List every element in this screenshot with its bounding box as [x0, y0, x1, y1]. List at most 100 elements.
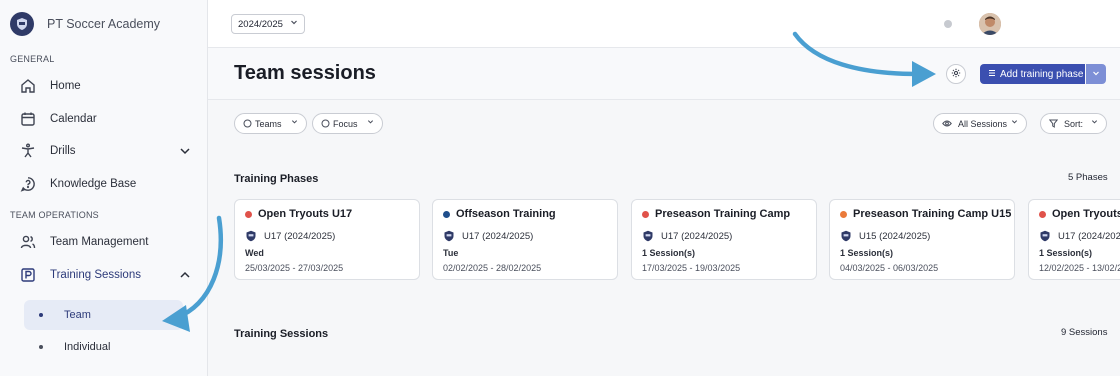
filter-focus-label: Focus — [333, 118, 358, 129]
user-menu-placeholder[interactable] — [1004, 9, 1104, 39]
academy-name: PT Soccer Academy — [47, 17, 161, 31]
sort-select[interactable]: Sort: — [1040, 113, 1107, 134]
brand[interactable]: PT Soccer Academy — [0, 0, 207, 48]
circle-icon — [321, 119, 330, 130]
phase-color-dot — [840, 210, 847, 218]
phase-card-title: Open Tryouts — [1039, 208, 1120, 220]
phase-card-team-text: U17 (2024/2025) — [661, 230, 733, 242]
topbar: 2024/2025 — [208, 0, 1120, 48]
filter-focus[interactable]: Focus — [312, 113, 383, 134]
sidebar-item-label: Team Management — [50, 236, 149, 249]
season-select[interactable]: 2024/2025 — [231, 14, 305, 34]
add-training-phase-button[interactable]: Add training phase — [980, 64, 1085, 84]
phase-card-title-text: Preseason Training Camp — [655, 208, 791, 220]
sidebar-item-calendar[interactable]: Calendar — [0, 103, 207, 136]
sidebar-subitem-team[interactable]: Team — [24, 300, 183, 330]
bullet-icon — [39, 345, 43, 349]
team-shield-icon — [841, 230, 851, 242]
sidebar-subitem-label: Team — [64, 309, 91, 321]
sidebar: PT Soccer Academy GENERAL Home Calendar … — [0, 0, 208, 376]
team-shield-icon — [1040, 230, 1050, 242]
sidebar-item-home[interactable]: Home — [0, 70, 207, 103]
section-label-team-operations: TEAM OPERATIONS — [10, 210, 99, 220]
sidebar-item-label: Drills — [50, 145, 76, 158]
sidebar-item-label: Knowledge Base — [50, 177, 137, 190]
phase-card[interactable]: Open Tryouts U17 (2024/2025) 1 Session(s… — [1028, 199, 1120, 280]
list-icon — [988, 69, 996, 80]
phase-card-dates: 25/03/2025 - 27/03/2025 — [245, 263, 344, 273]
chevron-down-icon — [367, 118, 374, 127]
sidebar-item-training-sessions[interactable]: Training Sessions — [0, 259, 207, 292]
page-header: Team sessions Add training phase — [208, 48, 1120, 100]
phase-card[interactable]: Preseason Training Camp U17 (2024/2025) … — [631, 199, 817, 280]
p-box-icon — [19, 266, 37, 284]
person-stretch-icon — [19, 142, 37, 160]
chevron-down-icon — [1092, 69, 1100, 79]
team-shield-icon — [246, 230, 256, 242]
phase-card-dates: 17/03/2025 - 19/03/2025 — [642, 263, 741, 273]
phase-card-team: U17 (2024/2025) — [443, 230, 533, 242]
phase-card-meta: Tue — [443, 248, 459, 258]
phase-card-title-text: Preseason Training Camp U15 — [853, 208, 1012, 220]
users-icon — [19, 233, 37, 251]
phase-card-meta: Wed — [245, 248, 264, 258]
chevron-down-icon — [291, 118, 298, 127]
phase-card-title: Offseason Training — [443, 208, 556, 220]
add-options-dropdown[interactable] — [1086, 64, 1106, 84]
phase-card-team-text: U17 (2024/2025) — [264, 230, 336, 242]
phase-count: 5 Phases — [1068, 172, 1108, 183]
home-icon — [19, 77, 37, 95]
phase-card-team-text: U17 (2024/2025) — [1058, 230, 1120, 242]
session-count: 9 Sessions — [1061, 327, 1108, 338]
sidebar-item-team-management[interactable]: Team Management — [0, 226, 207, 259]
sidebar-item-drills[interactable]: Drills — [0, 135, 207, 168]
settings-button[interactable] — [946, 64, 966, 84]
sidebar-item-label: Home — [50, 80, 81, 93]
avatar[interactable] — [979, 13, 1001, 35]
filter-teams[interactable]: Teams — [234, 113, 307, 134]
add-button-label: Add training phase — [1000, 68, 1084, 80]
phase-card[interactable]: Offseason Training U17 (2024/2025) Tue 0… — [432, 199, 618, 280]
chevron-down-icon — [1091, 118, 1098, 127]
phase-cards: Open Tryouts U17 U17 (2024/2025) Wed 25/… — [234, 199, 1120, 281]
question-bubble-icon — [19, 175, 37, 193]
section-title-training-phases: Training Phases — [234, 173, 319, 185]
sidebar-item-knowledge-base[interactable]: Knowledge Base — [0, 168, 207, 201]
bullet-icon — [39, 313, 43, 317]
phase-color-dot — [642, 210, 649, 218]
phase-card-dates: 12/02/2025 - 13/02/2025 — [1039, 263, 1120, 273]
filter-all-sessions-label: All Sessions — [958, 118, 1008, 129]
chevron-down-icon — [290, 18, 298, 28]
season-value: 2024/2025 — [238, 18, 283, 30]
phase-card[interactable]: Open Tryouts U17 U17 (2024/2025) Wed 25/… — [234, 199, 420, 280]
phase-card-dates: 04/03/2025 - 06/03/2025 — [840, 263, 939, 273]
gear-icon — [951, 65, 961, 83]
filter-teams-label: Teams — [255, 118, 282, 129]
phase-card-title: Preseason Training Camp U15 — [840, 208, 1011, 220]
sidebar-item-label: Training Sessions — [50, 268, 141, 281]
sort-label: Sort: — [1064, 118, 1084, 129]
filter-all-sessions[interactable]: All Sessions — [933, 113, 1027, 134]
phase-card-team: U17 (2024/2025) — [642, 230, 732, 242]
eye-icon — [942, 119, 952, 130]
phase-card-team-text: U17 (2024/2025) — [462, 230, 534, 242]
chevron-up-icon[interactable] — [179, 268, 191, 286]
phase-card-title-text: Offseason Training — [456, 208, 556, 220]
phase-card-title-text: Open Tryouts — [1052, 208, 1120, 220]
page-title: Team sessions — [234, 62, 376, 84]
chevron-down-icon — [1011, 118, 1018, 127]
team-shield-icon — [444, 230, 454, 242]
phase-card[interactable]: Preseason Training Camp U15 U15 (2024/20… — [829, 199, 1015, 280]
phase-card-meta: 1 Session(s) — [840, 248, 894, 258]
circle-icon — [243, 119, 252, 130]
phase-color-dot — [1039, 210, 1046, 218]
section-title-training-sessions: Training Sessions — [234, 328, 329, 340]
calendar-icon — [19, 110, 37, 128]
phase-card-title: Preseason Training Camp — [642, 208, 790, 220]
chevron-down-icon[interactable] — [179, 144, 191, 162]
filter-funnel-icon — [1048, 119, 1059, 130]
phase-card-meta: 1 Session(s) — [642, 248, 696, 258]
sidebar-subitem-label: Individual — [64, 341, 111, 353]
sidebar-subitem-individual[interactable]: Individual — [24, 332, 183, 362]
phase-card-team-text: U15 (2024/2025) — [859, 230, 931, 242]
